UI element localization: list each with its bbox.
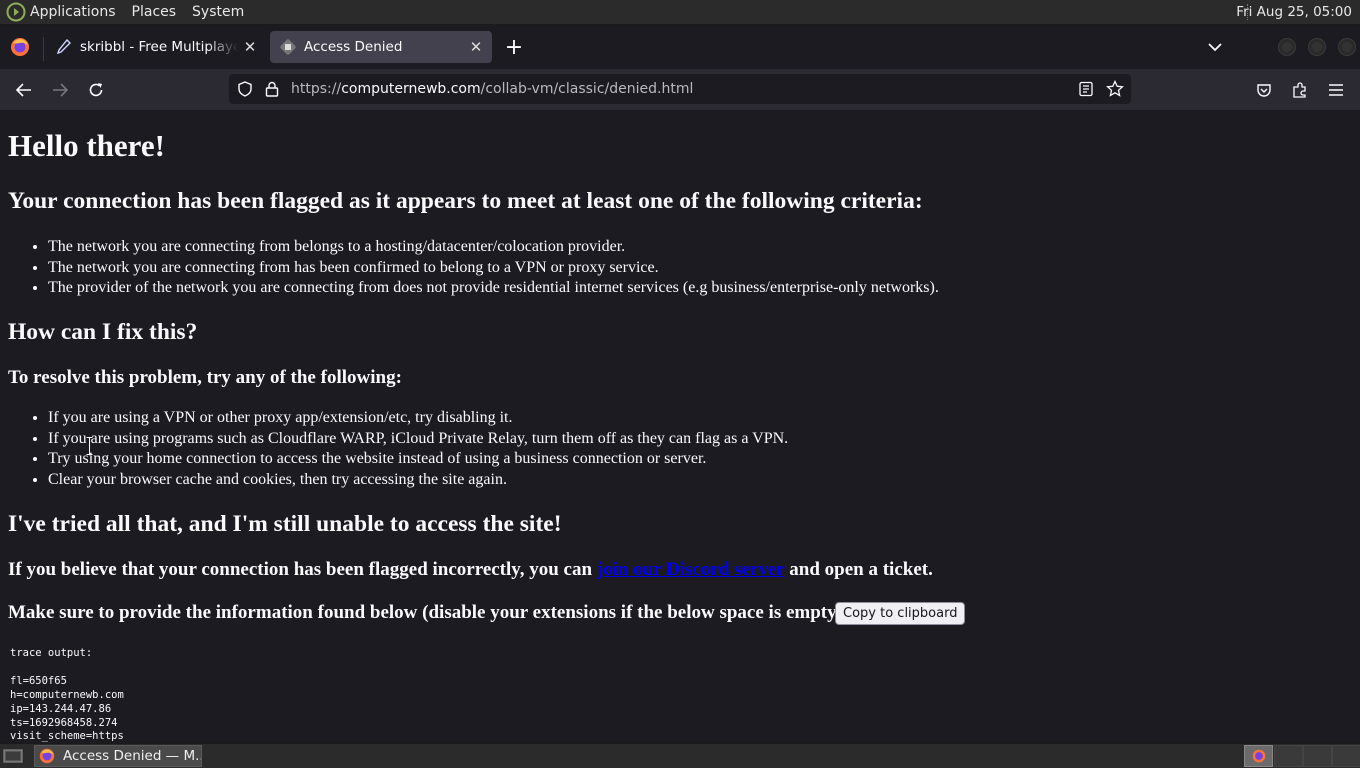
collabvm-icon (280, 39, 296, 55)
navigation-toolbar: https://computernewb.com/collab-vm/class… (0, 69, 1360, 110)
back-arrow-icon (16, 83, 31, 97)
tab-skribbl[interactable]: skribbl - Free Multiplayer Drawing & Gue… (46, 31, 266, 63)
hamburger-menu-icon (1329, 84, 1343, 96)
pocket-button[interactable] (1251, 77, 1277, 103)
page-title: Hello there! (8, 128, 165, 163)
top-panel: Applications Places System Fri Aug 25, 0… (0, 0, 1360, 25)
believe-suffix: and open a ticket. (789, 559, 933, 580)
close-window-button[interactable] (1339, 39, 1355, 55)
taskbar-window-label: Access Denied — M... (63, 748, 201, 764)
firefox-icon (39, 748, 55, 764)
menu-places[interactable]: Places (124, 0, 185, 24)
copy-to-clipboard-button[interactable]: Copy to clipboard (835, 602, 966, 625)
back-button[interactable] (11, 77, 37, 103)
believe-prefix: If you believe that your connection has … (8, 559, 593, 580)
tab-bar: skribbl - Free Multiplayer Drawing & Gue… (0, 25, 1360, 69)
resolve-heading: To resolve this problem, try any of the … (8, 367, 402, 388)
criteria-heading: Your connection has been flagged as it a… (8, 188, 923, 214)
discord-link[interactable]: join our Discord server (597, 559, 785, 580)
bookmark-star-icon[interactable] (1106, 80, 1124, 98)
list-all-tabs-button[interactable] (1203, 35, 1227, 59)
trace-line: visit_scheme=https (10, 730, 124, 743)
menu-applications[interactable]: Applications (26, 0, 124, 24)
trace-line: ts=1692968458.274 (10, 716, 118, 729)
tab-access-denied[interactable]: Access Denied ✕ (270, 31, 492, 63)
reload-button[interactable] (83, 77, 109, 103)
maximize-button[interactable] (1309, 39, 1325, 55)
tab-separator (43, 37, 44, 61)
trace-line: h=computernewb.com (10, 688, 124, 701)
chevron-down-icon (1208, 43, 1222, 52)
reader-view-icon[interactable] (1079, 81, 1093, 97)
menu-system[interactable]: System (184, 0, 252, 24)
reload-icon (89, 83, 103, 97)
pocket-icon (1257, 84, 1271, 97)
list-item: Clear your browser cache and cookies, th… (48, 470, 788, 491)
workspace-1[interactable] (1244, 745, 1273, 767)
trace-line: fl=650f65 (10, 674, 67, 687)
forward-button[interactable] (47, 77, 73, 103)
close-tab-icon[interactable]: ✕ (464, 35, 488, 59)
workspace-3[interactable] (1303, 745, 1332, 767)
trace-line: ip=143.244.47.86 (10, 702, 112, 715)
show-desktop-icon[interactable] (3, 748, 23, 764)
list-item: The provider of the network you are conn… (48, 278, 939, 299)
clock[interactable]: Fri Aug 25, 05:00 (1236, 0, 1352, 24)
url-text: https://computernewb.com/collab-vm/class… (291, 81, 694, 97)
list-item: The network you are connecting from belo… (48, 237, 939, 258)
new-tab-button[interactable]: + (502, 35, 526, 60)
trace-output[interactable]: trace output: fl=650f65 h=computernewb.c… (10, 647, 124, 743)
criteria-list: The network you are connecting from belo… (0, 237, 939, 299)
distro-logo-icon[interactable] (6, 2, 26, 22)
taskbar-window-firefox[interactable]: Access Denied — M... (34, 745, 202, 767)
firefox-menu-icon[interactable] (10, 37, 30, 57)
bottom-taskbar: Access Denied — M... (0, 743, 1360, 768)
puzzle-icon (1293, 82, 1306, 98)
fix-heading: How can I fix this? (8, 319, 198, 345)
provide-info-text: Make sure to provide the information fou… (8, 602, 850, 623)
list-item: If you are using a VPN or other proxy ap… (48, 408, 788, 429)
list-item: The network you are connecting from has … (48, 258, 939, 279)
trace-line: trace output: (10, 647, 93, 659)
url-bar[interactable]: https://computernewb.com/collab-vm/class… (229, 74, 1131, 104)
extensions-button[interactable] (1287, 77, 1313, 103)
close-tab-icon[interactable]: ✕ (238, 35, 262, 59)
lock-icon[interactable] (265, 81, 279, 97)
believe-text: If you believe that your connection has … (8, 559, 933, 581)
list-item: If you are using programs such as Cloudf… (48, 429, 788, 450)
list-item: Try using your home connection to access… (48, 449, 788, 470)
shield-icon[interactable] (237, 81, 253, 97)
firefox-icon (1252, 749, 1265, 763)
tab-title: Access Denied (304, 39, 403, 55)
resolve-steps-list: If you are using a VPN or other proxy ap… (0, 408, 788, 490)
minimize-button[interactable] (1279, 39, 1295, 55)
app-menu-button[interactable] (1323, 77, 1349, 103)
workspace-4[interactable] (1332, 745, 1360, 767)
forward-arrow-icon (53, 83, 68, 97)
workspace-2[interactable] (1274, 745, 1303, 767)
page-content: Hello there! Your connection has been fl… (0, 110, 1360, 743)
tried-heading: I've tried all that, and I'm still unabl… (8, 511, 562, 537)
text-cursor-icon (86, 437, 93, 455)
pencil-icon (56, 39, 71, 55)
tab-title: skribbl - Free Multiplayer Drawing & Gue… (80, 39, 238, 55)
